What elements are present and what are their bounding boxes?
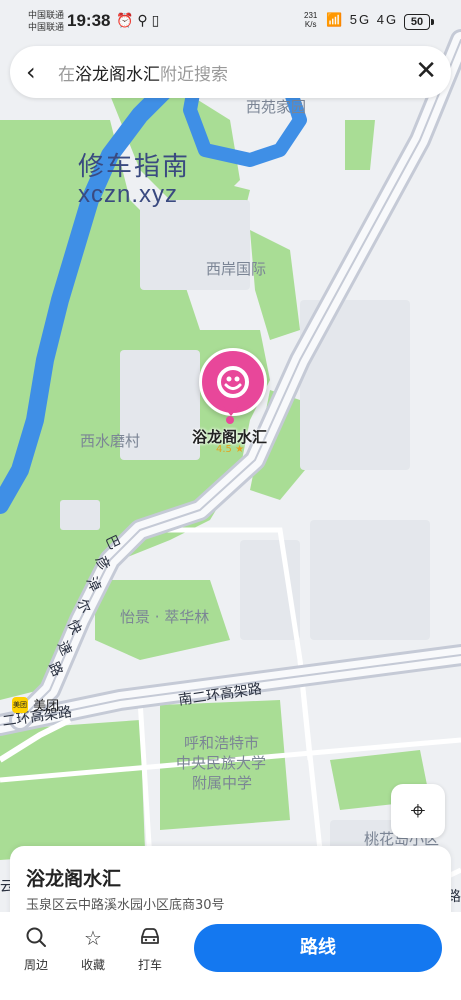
net-speed: 231 K/s	[304, 11, 317, 29]
place-name: 浴龙阁水汇	[26, 868, 122, 890]
search-bar[interactable]: ‹ 在浴龙阁水汇附近搜索 ✕	[10, 46, 451, 98]
net-speed-value: 231	[304, 11, 318, 20]
meituan-label: 美团	[33, 699, 60, 714]
smiley-icon	[217, 366, 249, 398]
poi-pin-dot	[226, 416, 234, 424]
search-prefix: 在	[58, 65, 75, 85]
nearby-button[interactable]: 周边	[16, 926, 56, 973]
clock: 19:38	[67, 11, 111, 30]
map-label-school-3: 附属中学	[192, 774, 253, 792]
locate-button[interactable]: ⌖	[391, 784, 445, 838]
carrier-1: 中国联通	[28, 10, 65, 20]
search-text[interactable]: 在浴龙阁水汇附近搜索	[58, 60, 228, 85]
close-icon[interactable]: ✕	[415, 56, 437, 86]
map-label-yijing: 怡景 · 萃华林	[120, 608, 210, 626]
watermark: 修车指南 xczn.xyz	[78, 146, 190, 209]
watermark-title: 修车指南	[78, 151, 191, 181]
taxi-button[interactable]: 打车	[130, 926, 170, 973]
map-label-school-1: 呼和浩特市	[184, 734, 260, 752]
meituan-logo-icon: 美团	[12, 696, 28, 713]
nearby-label: 周边	[23, 958, 48, 972]
search-icon	[16, 926, 56, 950]
meituan-marker[interactable]: 美团 美团	[12, 694, 59, 714]
search-place: 浴龙阁水汇	[75, 65, 160, 85]
star-icon: ☆	[84, 926, 102, 950]
map-label-xishuimocun: 西水磨村	[80, 432, 141, 450]
map-label-xianguoji: 西岸国际	[206, 260, 267, 278]
car-icon	[130, 926, 170, 950]
carrier-2: 中国联通	[28, 22, 65, 32]
crosshair-icon: ⌖	[410, 796, 426, 826]
map-label-xiyuanjiayuan: 西苑家园	[246, 98, 307, 116]
favorite-label: 收藏	[80, 958, 105, 972]
battery-icon: 50	[404, 14, 434, 30]
carrier-info: 中国联通 中国联通	[28, 9, 64, 33]
search-suffix: 附近搜索	[160, 65, 228, 85]
taxi-label: 打车	[137, 958, 162, 972]
poi-rating: 4.5 ★	[216, 444, 245, 455]
place-address: 玉泉区云中路溪水园小区底商30号	[26, 898, 225, 913]
action-bar: 周边 ☆ 收藏 打车 路线	[0, 912, 461, 1000]
signal-icons: 📶 5G 4G	[326, 12, 399, 27]
favorite-button[interactable]: ☆ 收藏	[73, 926, 113, 973]
poi-pin-tail	[223, 406, 239, 416]
map-label-school-2: 中央民族大学	[176, 754, 267, 772]
route-button[interactable]: 路线	[194, 924, 442, 972]
status-bar: 中国联通 中国联通 19:38 ⏰⚲▯ 231 K/s 📶 5G 4G 50	[0, 0, 461, 44]
status-icons-left: ⏰⚲▯	[116, 12, 164, 28]
net-speed-unit: K/s	[304, 20, 317, 29]
chevron-left-icon[interactable]: ‹	[26, 58, 36, 86]
watermark-url: xczn.xyz	[78, 181, 179, 208]
